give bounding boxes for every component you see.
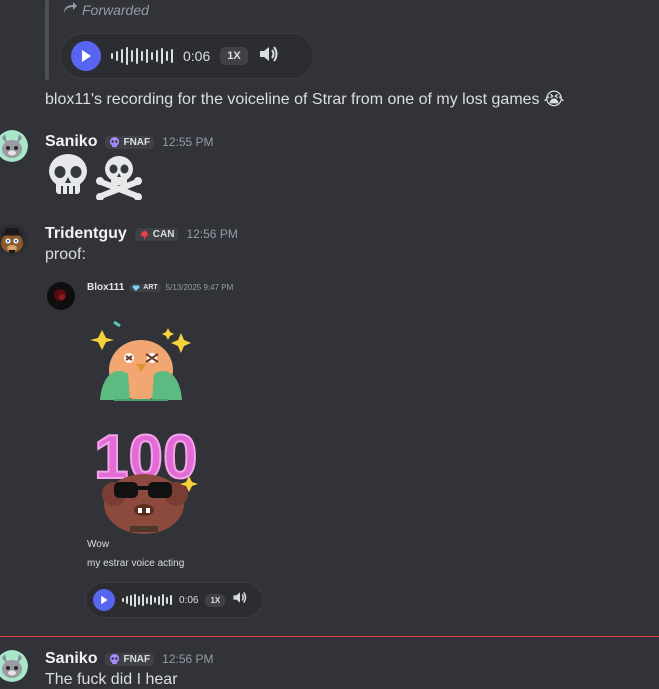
timestamp: 12:56 PM	[162, 652, 214, 666]
timestamp: 12:55 PM	[162, 135, 214, 149]
message-header: Tridentguy CAN 12:56 PM	[45, 225, 238, 243]
embed-author-avatar	[47, 282, 75, 310]
message-header: Saniko FNAF 12:55 PM	[45, 133, 214, 151]
embed-text-line1: Wow	[87, 539, 110, 550]
skull-tag-icon	[110, 653, 120, 664]
playback-speed-button[interactable]: 1X	[220, 47, 248, 65]
waveform[interactable]	[111, 46, 173, 66]
timestamp: 12:56 PM	[186, 227, 238, 241]
maple-leaf-icon	[139, 228, 149, 240]
play-icon	[101, 595, 108, 605]
volume-icon	[232, 590, 248, 610]
server-tag[interactable]: FNAF	[105, 135, 155, 149]
username[interactable]: Saniko	[45, 133, 97, 151]
embed-author-name: Blox111	[87, 282, 125, 293]
emoji-message	[45, 152, 143, 205]
skull-tag-icon	[110, 136, 120, 147]
new-messages-divider	[0, 636, 659, 637]
voice-message-player[interactable]: 0:06 1X	[60, 33, 314, 79]
avatar[interactable]	[0, 650, 28, 682]
crying-emoji: 😭	[543, 89, 565, 109]
play-icon	[82, 50, 91, 62]
server-tag[interactable]: FNAF	[105, 652, 155, 666]
forwarded-caption: blox11's recording for the voiceline of …	[45, 89, 565, 109]
voice-duration: 0:06	[183, 48, 211, 64]
heart-icon	[132, 284, 140, 291]
message-header: Saniko FNAF 12:56 PM	[45, 650, 214, 668]
forwarded-label: Forwarded	[62, 1, 149, 18]
forward-arrow-icon	[62, 1, 78, 18]
embed-text-line2: my estrar voice acting	[87, 558, 185, 569]
play-button[interactable]	[71, 41, 101, 71]
username[interactable]: Saniko	[45, 650, 97, 668]
username[interactable]: Tridentguy	[45, 225, 127, 243]
skull-emoji	[45, 152, 91, 205]
volume-icon[interactable]	[258, 44, 280, 69]
message-text: proof:	[45, 246, 86, 263]
embed-play-button	[93, 589, 115, 611]
avatar[interactable]	[0, 224, 28, 256]
embed-author-header: Blox111 ART 5/13/2025 9:47 PM	[87, 282, 233, 293]
embed-timestamp: 5/13/2025 9:47 PM	[165, 283, 234, 292]
bird-sticker	[86, 318, 196, 411]
forward-quote-bar	[45, 0, 49, 80]
server-tag[interactable]: CAN	[134, 227, 179, 241]
embed-voice-message-player: 0:06 1X	[85, 582, 263, 618]
hundred-dog-sticker: 100	[92, 422, 202, 539]
embed-waveform	[122, 593, 172, 607]
avatar[interactable]	[0, 130, 28, 162]
embed-server-tag: ART	[129, 283, 161, 292]
message-text: The fuck did I hear	[45, 671, 178, 688]
skull-crossbones-emoji	[95, 152, 143, 205]
embed-voice-duration: 0:06	[179, 594, 199, 606]
embed-playback-speed: 1X	[205, 593, 226, 607]
